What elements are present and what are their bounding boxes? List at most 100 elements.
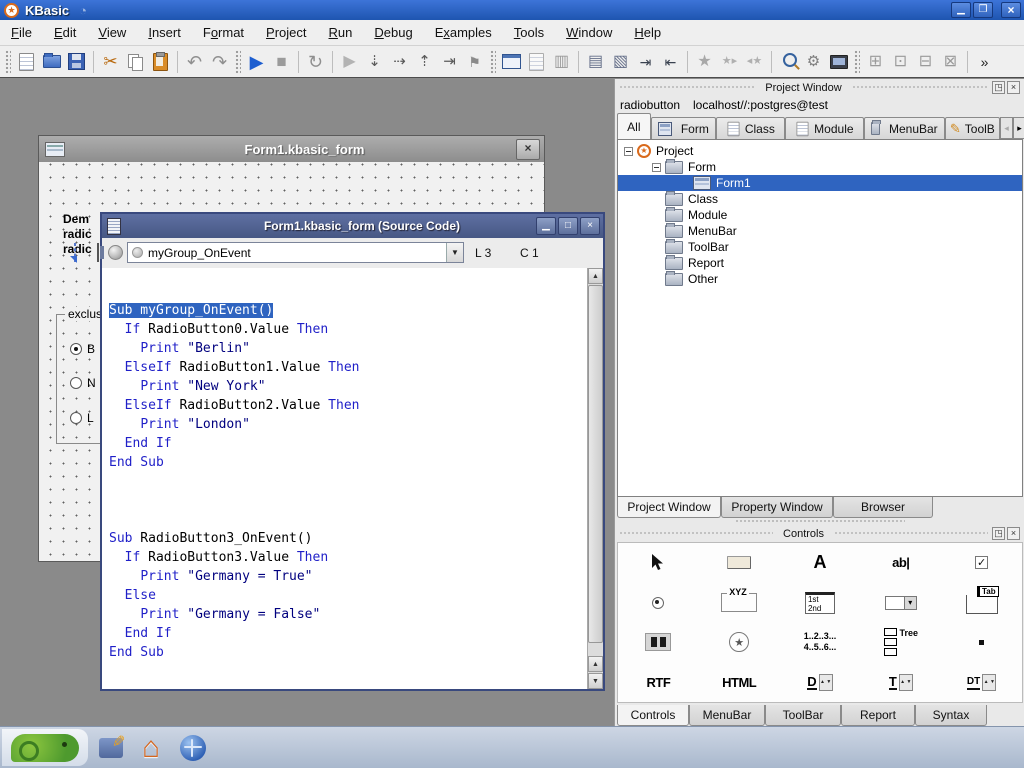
tabcontrol-tool[interactable]: Tab: [941, 583, 1022, 623]
panel-tab-project-window[interactable]: Project Window: [617, 497, 721, 518]
save-file-icon[interactable]: [64, 49, 89, 74]
code-maximize-button[interactable]: □: [558, 217, 578, 235]
code-scrollbar[interactable]: ▲ ▲ ▼: [587, 268, 603, 689]
code-line-17[interactable]: Else: [109, 586, 603, 605]
code-line-4[interactable]: Print "Berlin": [109, 339, 603, 358]
tree-item-toolbar[interactable]: ToolBar: [618, 239, 1022, 255]
project-tab-class[interactable]: Class: [716, 117, 785, 139]
code-line-21[interactable]: [109, 662, 603, 681]
datetimeedit-tool[interactable]: DT▲ ▼: [941, 662, 1022, 702]
find-icon[interactable]: [776, 49, 801, 74]
controls-tab-report[interactable]: Report: [841, 705, 915, 726]
tree-item-project[interactable]: ★Project: [618, 143, 1022, 159]
project-tab-all[interactable]: All: [617, 113, 651, 139]
project-tab-module[interactable]: Module: [785, 117, 864, 139]
form-window-icon[interactable]: [499, 49, 524, 74]
tree-item-form[interactable]: Form: [618, 159, 1022, 175]
textbox-tool[interactable]: ab|: [860, 543, 941, 583]
tab-scroll-right-button[interactable]: ▸: [1013, 117, 1024, 139]
timeedit-tool[interactable]: T▲ ▼: [860, 662, 941, 702]
html-tool[interactable]: HTML: [699, 662, 780, 702]
step-into-icon[interactable]: ⇣: [362, 49, 387, 74]
undo-icon[interactable]: ↶: [182, 49, 207, 74]
panel-tab-browser[interactable]: Browser: [833, 497, 933, 518]
events-sphere-icon[interactable]: [108, 245, 123, 260]
code-line-20[interactable]: End Sub: [109, 643, 603, 662]
bookmark-icon[interactable]: ★: [692, 49, 717, 74]
code-line-6[interactable]: Print "New York": [109, 377, 603, 396]
scroll-down-button[interactable]: ▼: [588, 673, 603, 689]
code-line-19[interactable]: End If: [109, 624, 603, 643]
scrollbar-thumb[interactable]: [588, 285, 603, 643]
code-line-12[interactable]: [109, 491, 603, 510]
controls-panel-drag-handle[interactable]: [735, 519, 905, 524]
project-tab-menubar[interactable]: MenuBar: [864, 117, 945, 139]
tree-item-menubar[interactable]: MenuBar: [618, 223, 1022, 239]
document-view-icon[interactable]: [524, 49, 549, 74]
stop-icon[interactable]: ■: [269, 49, 294, 74]
project-panel-titlebar[interactable]: Project Window ◳ ×: [615, 79, 1024, 96]
layout-hsplit-icon[interactable]: ⊟: [913, 49, 938, 74]
menu-help[interactable]: Help: [623, 22, 672, 43]
code-line-7[interactable]: ElseIf RadioButton2.Value Then: [109, 396, 603, 415]
code-line-2[interactable]: Sub myGroup_OnEvent(): [109, 301, 603, 320]
restore-button[interactable]: ❐: [973, 2, 993, 18]
browser-launcher[interactable]: [178, 733, 208, 763]
label-tool[interactable]: A: [780, 543, 861, 583]
form-label-block[interactable]: Demradicradic: [63, 212, 92, 257]
project-panel-close-button[interactable]: ×: [1007, 81, 1020, 94]
project-tree[interactable]: ★ProjectFormForm1ClassModuleMenuBarToolB…: [617, 139, 1023, 497]
breakpoint-icon[interactable]: ⚑: [462, 49, 487, 74]
continue-icon[interactable]: ▶: [337, 49, 362, 74]
home-launcher[interactable]: ⌂: [136, 733, 166, 763]
suse-menu-button[interactable]: [2, 729, 88, 766]
code-line-13[interactable]: [109, 510, 603, 529]
procedure-combobox[interactable]: myGroup_OnEvent ▼: [127, 242, 464, 263]
run-to-cursor-icon[interactable]: ⇥: [437, 49, 462, 74]
copy-icon[interactable]: [123, 49, 148, 74]
form-radiobutton-1[interactable]: N: [70, 376, 96, 390]
tree-item-form1[interactable]: Form1: [618, 175, 1022, 191]
code-line-14[interactable]: Sub RadioButton3_OnEvent(): [109, 529, 603, 548]
tree-item-class[interactable]: Class: [618, 191, 1022, 207]
toolbar-handle[interactable]: [854, 50, 860, 74]
groupbox-tool[interactable]: XYZ: [699, 583, 780, 623]
controls-panel-float-button[interactable]: ◳: [992, 527, 1005, 540]
indent-icon[interactable]: ⇥: [633, 49, 658, 74]
form-radiobutton-0[interactable]: B: [70, 342, 95, 356]
form-radiobutton-2[interactable]: L: [70, 411, 94, 425]
cut-icon[interactable]: ✂: [98, 49, 123, 74]
menu-tools[interactable]: Tools: [503, 22, 555, 43]
panel-tab-property-window[interactable]: Property Window: [721, 497, 833, 518]
code-editor[interactable]: Sub myGroup_OnEvent() If RadioButton0.Va…: [102, 268, 603, 689]
menu-debug[interactable]: Debug: [363, 22, 423, 43]
menu-run[interactable]: Run: [318, 22, 364, 43]
tree-expander[interactable]: [624, 147, 633, 156]
terminal-icon[interactable]: [826, 49, 851, 74]
form-window-titlebar[interactable]: Form1.kbasic_form ×: [39, 136, 544, 163]
code-line-18[interactable]: Print "Germany = False": [109, 605, 603, 624]
controls-tab-menubar[interactable]: MenuBar: [689, 705, 765, 726]
radio-circle[interactable]: [70, 377, 82, 389]
tree-item-module[interactable]: Module: [618, 207, 1022, 223]
print-preview-icon[interactable]: ▥: [549, 49, 574, 74]
code-close-button[interactable]: ×: [580, 217, 600, 235]
layout-grid-icon[interactable]: ⊞: [863, 49, 888, 74]
code-line-5[interactable]: ElseIf RadioButton1.Value Then: [109, 358, 603, 377]
code-line-8[interactable]: Print "London": [109, 415, 603, 434]
spinbox-tool[interactable]: 1..2..3...4..5..6...: [780, 623, 861, 663]
radiobutton-tool[interactable]: [618, 583, 699, 623]
commandbutton-tool[interactable]: [699, 543, 780, 583]
checkbox-tool[interactable]: ✓: [941, 543, 1022, 583]
unindent-icon[interactable]: ⇤: [658, 49, 683, 74]
source-code-window[interactable]: Form1.kbasic_form (Source Code) ▁ □ × my…: [100, 212, 605, 691]
menu-insert[interactable]: Insert: [137, 22, 192, 43]
code-line-9[interactable]: End If: [109, 434, 603, 453]
richtext-tool[interactable]: RTF: [618, 662, 699, 702]
controls-panel-close-button[interactable]: ×: [1007, 527, 1020, 540]
minimize-button[interactable]: ▁: [951, 2, 971, 18]
controls-tab-controls[interactable]: Controls: [617, 705, 689, 726]
layout-center-icon[interactable]: ⊡: [888, 49, 913, 74]
form-properties-icon[interactable]: ▤: [583, 49, 608, 74]
listbox-tool[interactable]: 1st2nd: [780, 583, 861, 623]
